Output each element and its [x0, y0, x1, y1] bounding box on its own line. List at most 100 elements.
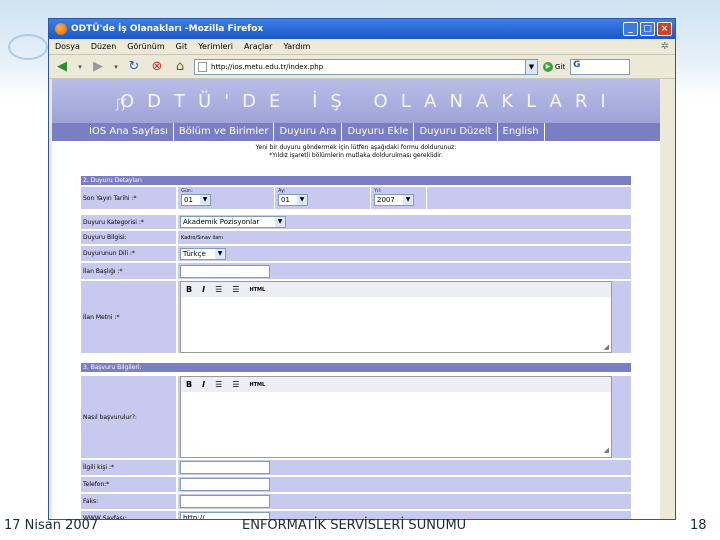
dili-select[interactable]: Türkçe ▼ — [180, 247, 226, 260]
navigation-toolbar: ◀ ▾ ▶ ▾ ↻ ⊗ ⌂ http://ios.metu.edu.tr/ind… — [49, 55, 675, 79]
row-son-yayin: Son Yayın Tarihi :* Gün: 01 ▼ Ay: 01 ▼ Y… — [81, 187, 631, 209]
section-2-header: 2. Duyuru Detayları — [81, 176, 631, 185]
faks-input[interactable] — [180, 495, 270, 508]
section-3-header: 3. Başvuru Bilgileri: — [81, 363, 631, 372]
google-search-box[interactable]: G — [570, 58, 631, 75]
basvuru-label: Nasıl başvurulur?: — [81, 376, 176, 458]
announcement-form: 2. Duyuru Detayları Son Yayın Tarihi :* … — [81, 176, 631, 519]
go-label: Git — [555, 62, 566, 71]
menu-gorunum[interactable]: Görünüm — [127, 42, 164, 51]
italic-icon[interactable]: I — [202, 380, 205, 389]
editor-toolbar: B I ☰ ☰ HTML — [181, 377, 611, 392]
kategori-select[interactable]: Akademik Pozisyonlar ▼ — [180, 216, 286, 228]
tab-duyuru-duzelt[interactable]: Duyuru Düzelt — [414, 123, 498, 141]
url-bar[interactable]: http://ios.metu.edu.tr/index.php ▼ — [194, 58, 538, 75]
page-content: ʃʃ ODTÜ'DE İŞ OLANAKLARI İOS Ana Sayfası… — [52, 79, 660, 519]
title-bar: ODTÜ'de İş Olanakları -Mozilla Firefox _… — [49, 19, 675, 39]
menu-dosya[interactable]: Dosya — [55, 42, 80, 51]
forward-arrow-icon[interactable]: ▶ — [89, 58, 107, 76]
minimize-button[interactable]: _ — [623, 22, 638, 36]
home-icon[interactable]: ⌂ — [171, 58, 189, 76]
back-dropdown-icon[interactable]: ▾ — [76, 58, 84, 76]
bullet-list-icon[interactable]: ☰ — [215, 380, 222, 389]
numbered-list-icon[interactable]: ☰ — [232, 380, 239, 389]
tab-duyuru-ara[interactable]: Duyuru Ara — [274, 123, 343, 141]
tab-english[interactable]: English — [498, 123, 545, 141]
tab-ana-sayfa[interactable]: İOS Ana Sayfası — [84, 123, 174, 141]
page-icon — [198, 61, 207, 72]
yil-value: 2007 — [377, 196, 395, 204]
menu-yerimleri[interactable]: Yerimleri — [198, 42, 233, 51]
html-toggle[interactable]: HTML — [249, 287, 265, 293]
slide-date: 17 Nisan 2007 — [4, 518, 99, 533]
numbered-list-icon[interactable]: ☰ — [232, 285, 239, 294]
basvuru-textarea[interactable]: ◢ — [181, 392, 611, 455]
italic-icon[interactable]: I — [202, 285, 205, 294]
bold-icon[interactable]: B — [186, 380, 192, 389]
row-baslik: İlan Başlığı :* — [81, 263, 631, 279]
ay-cell: Ay: 01 ▼ — [274, 187, 370, 209]
bullet-list-icon[interactable]: ☰ — [215, 285, 222, 294]
form-instructions: Yeni bir duyuru göndermek için lütfen aş… — [52, 144, 660, 160]
maximize-button[interactable]: □ — [640, 22, 655, 36]
dili-label: Duyurunun Dili :* — [81, 246, 176, 261]
menu-araclar[interactable]: Araçlar — [244, 42, 272, 51]
telefon-input[interactable] — [180, 478, 270, 491]
ilgili-label: İlgili kişi :* — [81, 460, 176, 475]
faks-label: Faks: — [81, 494, 176, 509]
basvuru-editor[interactable]: B I ☰ ☰ HTML ◢ — [180, 376, 612, 458]
close-button[interactable]: × — [657, 22, 672, 36]
faded-logo — [8, 34, 48, 60]
gun-value: 01 — [184, 196, 193, 204]
ilan-metni-textarea[interactable]: ◢ — [181, 297, 611, 352]
go-button[interactable]: ▶ Git — [543, 61, 566, 72]
bilgisi-label: Duyuru Bilgisi: — [81, 231, 176, 244]
chevron-down-icon: ▼ — [297, 195, 307, 205]
resize-grip-icon[interactable]: ◢ — [604, 343, 609, 351]
chevron-down-icon: ▼ — [200, 195, 210, 205]
row-ilgili: İlgili kişi :* — [81, 460, 631, 475]
kategori-label: Duyuru Kategorisi :* — [81, 215, 176, 229]
browser-window: ODTÜ'de İş Olanakları -Mozilla Firefox _… — [48, 18, 676, 520]
tab-duyuru-ekle[interactable]: Duyuru Ekle — [342, 123, 415, 141]
ilan-metni-editor[interactable]: B I ☰ ☰ HTML ◢ — [180, 281, 612, 353]
menu-git[interactable]: Git — [176, 42, 188, 51]
url-text: http://ios.metu.edu.tr/index.php — [211, 62, 324, 71]
baslik-input[interactable] — [180, 264, 270, 278]
back-arrow-icon[interactable]: ◀ — [53, 58, 71, 76]
row-telefon: Telefon:* — [81, 477, 631, 492]
html-toggle[interactable]: HTML — [249, 382, 265, 388]
menu-duzen[interactable]: Düzen — [91, 42, 116, 51]
url-dropdown-icon[interactable]: ▼ — [525, 59, 537, 74]
ay-select[interactable]: 01 ▼ — [278, 194, 308, 206]
ilgili-input[interactable] — [180, 461, 270, 474]
row-faks: Faks: — [81, 494, 631, 509]
kategori-value: Akademik Pozisyonlar — [183, 218, 260, 226]
go-arrow-icon: ▶ — [543, 61, 553, 72]
row-kategori: Duyuru Kategorisi :* Akademik Pozisyonla… — [81, 215, 631, 229]
baslik-label: İlan Başlığı :* — [81, 263, 176, 279]
ay-value: 01 — [281, 196, 290, 204]
gun-select[interactable]: 01 ▼ — [181, 194, 211, 206]
site-banner: ʃʃ ODTÜ'DE İŞ OLANAKLARI — [52, 79, 660, 123]
row-dili: Duyurunun Dili :* Türkçe ▼ — [81, 246, 631, 261]
menu-bar: Dosya Düzen Görünüm Git Yerimleri Araçla… — [49, 39, 675, 55]
banner-title: ODTÜ'DE İŞ OLANAKLARI — [120, 90, 619, 112]
row-ilan-metni: İlan Metni :* B I ☰ ☰ HTML ◢ — [81, 281, 631, 353]
yil-select[interactable]: 2007 ▼ — [374, 194, 414, 206]
resize-grip-icon[interactable]: ◢ — [604, 446, 609, 454]
menu-yardim[interactable]: Yardım — [283, 42, 310, 51]
telefon-label: Telefon:* — [81, 477, 176, 492]
bold-icon[interactable]: B — [186, 285, 192, 294]
instruction-line-1: Yeni bir duyuru göndermek için lütfen aş… — [255, 144, 457, 151]
yil-cell: Yıl: 2007 ▼ — [370, 187, 426, 209]
banner-decoration: ʃʃ — [116, 97, 129, 111]
gun-cell: Gün: 01 ▼ — [178, 187, 274, 209]
row-basvuru: Nasıl başvurulur?: B I ☰ ☰ HTML ◢ — [81, 376, 631, 458]
slide-title: ENFORMATİK SERVİSLERİ SUNUMU — [242, 518, 467, 533]
reload-icon[interactable]: ↻ — [125, 58, 143, 76]
tab-bolum-birimler[interactable]: Bölüm ve Birimler — [174, 123, 275, 141]
stop-icon[interactable]: ⊗ — [148, 58, 166, 76]
son-yayin-label: Son Yayın Tarihi :* — [81, 187, 176, 209]
forward-dropdown-icon[interactable]: ▾ — [112, 58, 120, 76]
